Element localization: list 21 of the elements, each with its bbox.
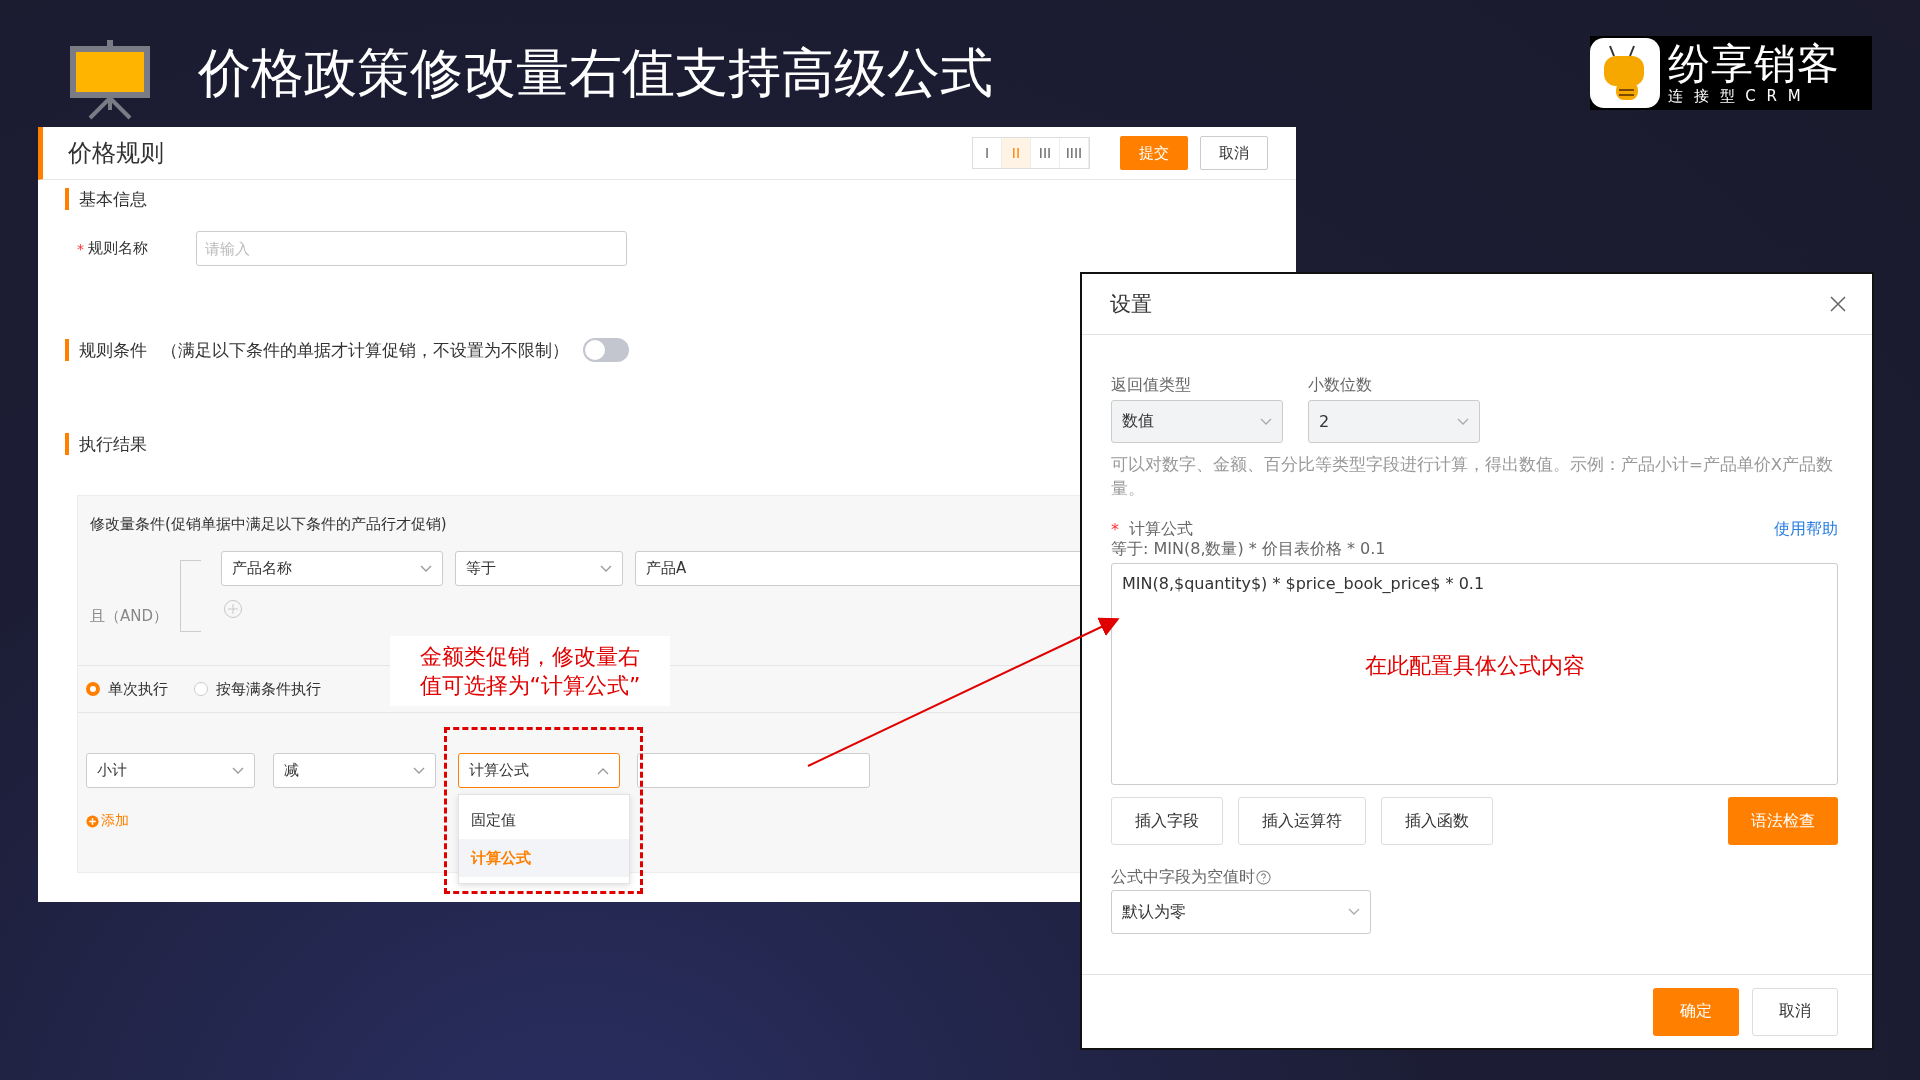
logic-label: 且（AND） bbox=[90, 606, 170, 626]
required-mark: * bbox=[1111, 519, 1119, 539]
section-heading: 执行结果 bbox=[65, 433, 147, 455]
field-label: 小数位数 bbox=[1308, 375, 1373, 395]
hint-text: 可以对数字、金额、百分比等类型字段进行计算，得出数值。示例：产品小计=产品单价X产品数量。 bbox=[1111, 454, 1835, 500]
logo-name: 纷享销客 bbox=[1668, 41, 1840, 87]
field-label: 公式中字段为空值时 bbox=[1111, 867, 1255, 887]
section-heading: 规则条件 bbox=[65, 339, 147, 361]
panel-title: 价格规则 bbox=[68, 138, 165, 169]
logo-tagline: 连 接 型 C R M bbox=[1668, 87, 1805, 105]
slide-title: 价格政策修改量右值支持高级公式 bbox=[198, 41, 993, 105]
section-note: （满足以下条件的单据才计算促销，不设置为不限制） bbox=[161, 338, 569, 362]
field-label: 规则名称 bbox=[88, 239, 149, 258]
field-label: 返回值类型 bbox=[1111, 375, 1192, 395]
required-mark: * bbox=[77, 240, 84, 257]
dialog-title: 设置 bbox=[1110, 291, 1152, 318]
condition-title: 修改量条件(促销单据中满足以下条件的产品行才促销) bbox=[90, 514, 447, 534]
section-heading: 基本信息 bbox=[65, 188, 147, 210]
field-label: 计算公式 bbox=[1129, 518, 1194, 540]
callout-text: 金额类促销，修改量右 值可选择为“计算公式” bbox=[390, 636, 670, 706]
callout-text: 在此配置具体公式内容 bbox=[1363, 652, 1586, 680]
